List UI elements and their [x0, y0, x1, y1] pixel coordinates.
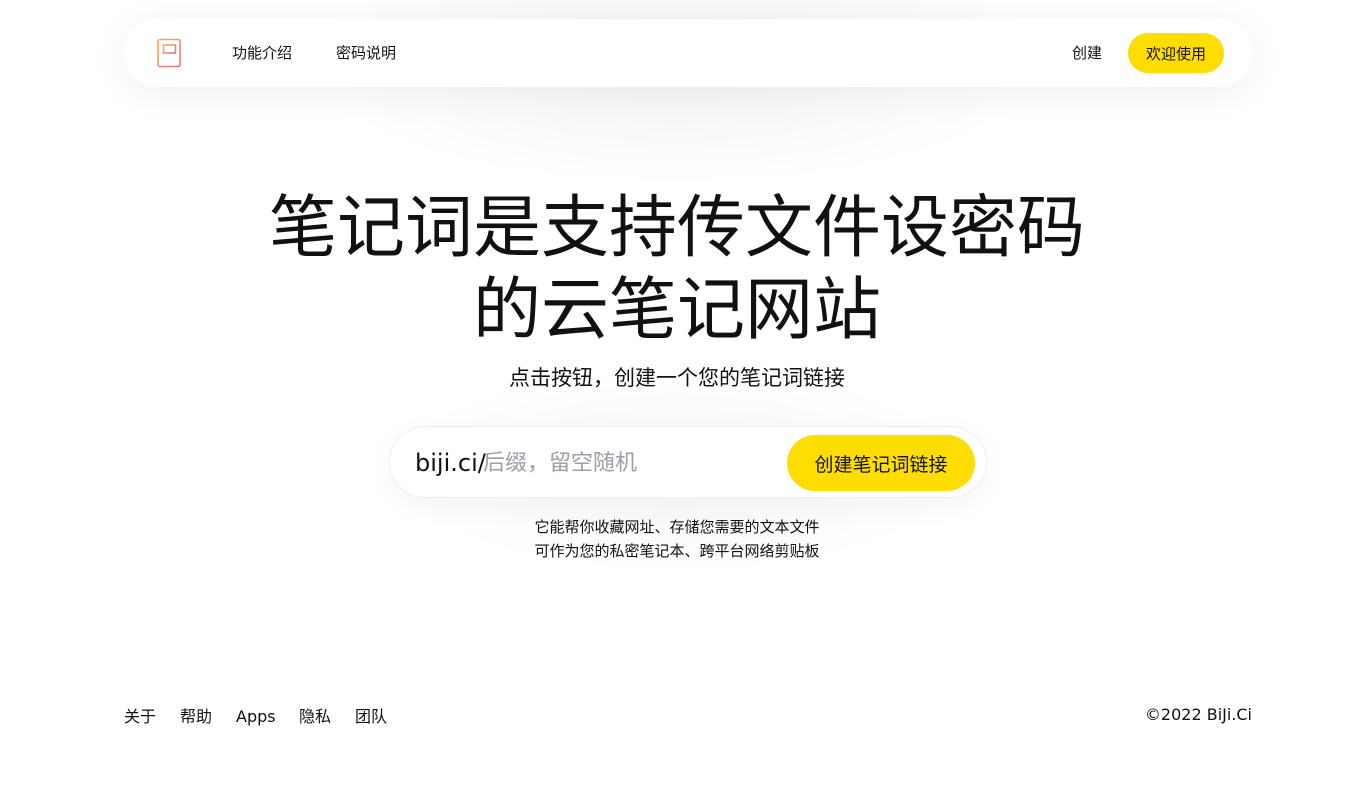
background-halo: [0, 0, 1354, 803]
feature-description: 它能帮你收藏网址、存储您需要的文本文件 可作为您的私密笔记本、跨平台网络剪贴板: [0, 515, 1354, 563]
footer-link-privacy[interactable]: 隐私: [299, 706, 331, 728]
copyright-text: ©2022 BiJi.Ci: [1144, 705, 1252, 724]
create-link-button[interactable]: 创建笔记词链接: [787, 435, 975, 491]
footer-link-team[interactable]: 团队: [355, 706, 387, 728]
hero-subtitle: 点击按钮，创建一个您的笔记词链接: [509, 366, 845, 390]
footer-link-apps[interactable]: Apps: [236, 706, 276, 728]
hero-title-line-2: 的云笔记网站: [472, 271, 881, 350]
footer-link-help[interactable]: 帮助: [180, 706, 212, 728]
url-prefix: biji.ci/: [415, 449, 486, 477]
notebook-icon[interactable]: [154, 38, 184, 68]
nav-link-password-info[interactable]: 密码说明: [336, 43, 396, 63]
url-suffix-input[interactable]: [483, 446, 773, 480]
top-nav-bar: 功能介绍 密码说明 创建 欢迎使用: [124, 19, 1252, 87]
footer-link-about[interactable]: 关于: [124, 706, 156, 728]
link-create-form: biji.ci/ 创建笔记词链接: [389, 426, 987, 498]
nav-link-features[interactable]: 功能介绍: [232, 43, 292, 63]
hero-title-line-1: 笔记词是支持传文件设密码: [268, 189, 1085, 268]
description-line-1: 它能帮你收藏网址、存储您需要的文本文件: [534, 518, 820, 536]
nav-link-create[interactable]: 创建: [1072, 43, 1102, 63]
welcome-button[interactable]: 欢迎使用: [1128, 33, 1224, 73]
description-line-2: 可作为您的私密笔记本、跨平台网络剪贴板: [534, 542, 820, 560]
hero-title: 笔记词是支持传文件设密码 的云笔记网站: [0, 188, 1354, 352]
